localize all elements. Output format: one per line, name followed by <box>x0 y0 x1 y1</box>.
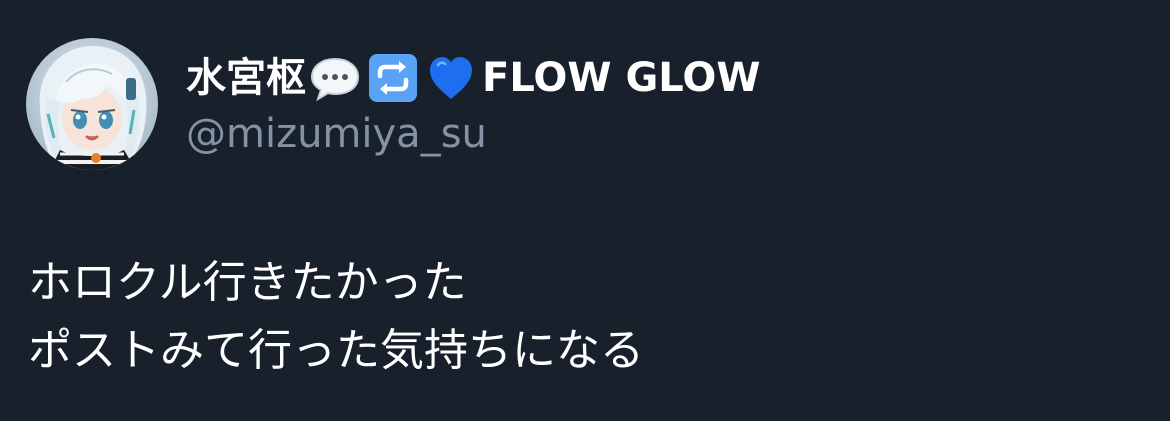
avatar[interactable] <box>26 38 158 170</box>
display-name-suffix: FLOW GLOW <box>482 55 761 101</box>
avatar-illustration <box>26 38 158 170</box>
post-text-line: ホロクル行きたかった <box>28 257 467 308</box>
post-text-line: ポストみて行った気持ちになる <box>28 325 644 376</box>
post-card: 水宮枢 FLOW GLOW @mizumiya_su ホロクル行きたかった ポス… <box>0 0 1170 421</box>
display-name: 水宮枢 <box>186 55 306 101</box>
speech-balloon-icon <box>308 51 362 105</box>
author-handle[interactable]: @mizumiya_su <box>186 110 487 158</box>
post-text: ホロクル行きたかった ポストみて行った気持ちになる <box>28 249 1138 385</box>
repeat-arrows-icon <box>366 51 420 105</box>
blue-heart-icon <box>424 51 478 105</box>
author-name-row[interactable]: 水宮枢 FLOW GLOW <box>186 50 760 106</box>
